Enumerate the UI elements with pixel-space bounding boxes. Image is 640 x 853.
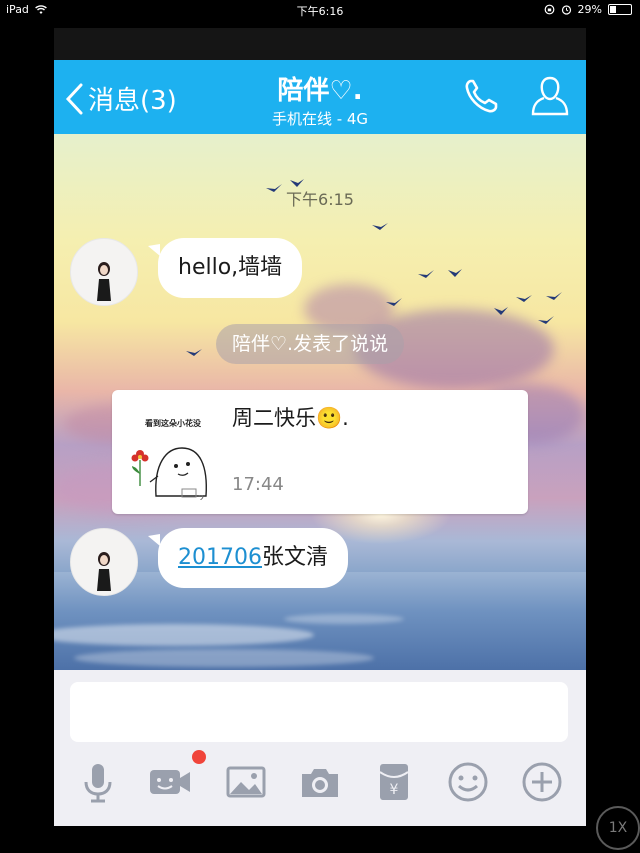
bird-icon (372, 223, 388, 230)
message-timestamp: 下午6:15 (286, 190, 354, 209)
emoji-icon[interactable] (446, 760, 490, 804)
bubble-tail (148, 244, 160, 256)
zoom-button[interactable]: 1X (596, 806, 640, 850)
background-wave (74, 649, 374, 667)
background-wave (284, 614, 404, 624)
plus-icon[interactable] (520, 760, 564, 804)
comment-count: 2 (198, 494, 205, 500)
message-bubble[interactable]: 201706张文清 (158, 528, 348, 588)
portrait-figure (97, 262, 111, 301)
red-packet-icon[interactable]: ¥ (372, 760, 416, 804)
image-icon[interactable] (224, 760, 268, 804)
post-text: 周二快乐🙂. (232, 406, 349, 430)
svg-text:¥: ¥ (390, 782, 399, 798)
bird-icon (494, 307, 508, 315)
contact-name: 陪伴♡. (277, 76, 363, 106)
bubble-tail (148, 534, 160, 546)
bird-icon (516, 295, 532, 302)
post-thumbnail: 看到这朵小花没 2 (126, 404, 220, 500)
system-notice: 陪伴♡.发表了说说 (216, 324, 405, 364)
avatar[interactable] (70, 238, 138, 306)
bird-icon (448, 269, 462, 277)
chat-header: 消息(3) 陪伴♡. 手机在线 - 4G (54, 60, 586, 134)
chat-window: 消息(3) 陪伴♡. 手机在线 - 4G 下午6:15 hello,墙墙 陪伴♡… (54, 28, 586, 826)
message-text: 张文清 (261, 545, 328, 570)
message-link[interactable]: 201706 (178, 545, 262, 570)
microphone-icon[interactable] (76, 760, 120, 804)
bird-icon (546, 292, 562, 300)
message-input[interactable] (70, 682, 568, 742)
phone-icon[interactable] (462, 76, 502, 116)
shared-post-card[interactable]: 看到这朵小花没 2 周二快乐🙂. 17:44 (112, 390, 528, 514)
bird-icon (538, 316, 554, 324)
battery-percent: 29% (577, 3, 602, 16)
toolbar: ¥ (54, 750, 586, 814)
top-strip (54, 28, 586, 60)
avatar[interactable] (70, 528, 138, 596)
video-icon[interactable] (148, 760, 192, 804)
comment-icon (181, 488, 197, 498)
status-bar: iPad 下午6:16 29% (0, 0, 640, 20)
bird-icon (386, 298, 402, 306)
composer: ¥ (54, 670, 586, 826)
alarm-icon (561, 5, 571, 15)
portrait-figure (97, 552, 111, 591)
contact-status: 手机在线 - 4G (271, 110, 369, 128)
post-time: 17:44 (232, 474, 284, 495)
battery-icon (608, 4, 632, 15)
bird-icon (418, 270, 434, 278)
message-bubble[interactable]: hello,墙墙 (158, 238, 303, 298)
camera-icon[interactable] (298, 760, 342, 804)
rotation-lock-icon (544, 4, 554, 15)
notification-dot (192, 750, 206, 764)
bird-icon (186, 349, 202, 356)
profile-icon[interactable] (528, 74, 572, 118)
message-text: hello,墙墙 (178, 255, 283, 280)
message-list[interactable]: 下午6:15 hello,墙墙 陪伴♡.发表了说说 看到这朵小花没 2 周二快乐… (54, 134, 586, 670)
sticker-image (131, 447, 207, 497)
